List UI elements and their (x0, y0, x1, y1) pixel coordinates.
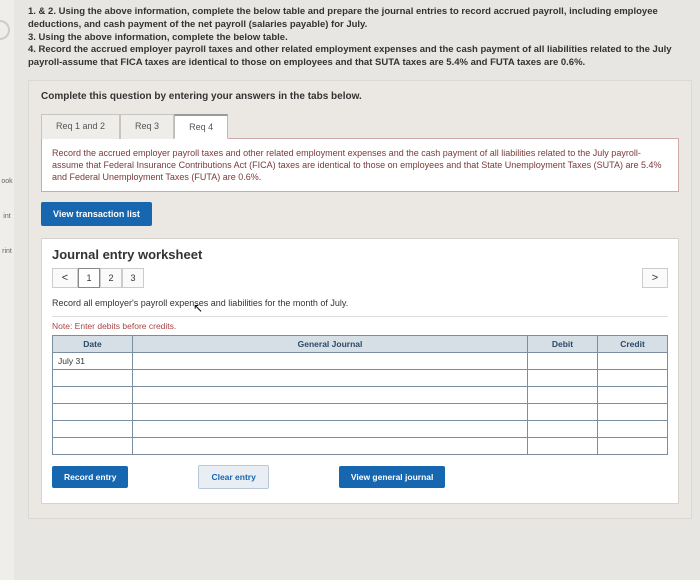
pager-page-3[interactable]: 3 (122, 268, 144, 288)
sidebar-label: rint (0, 245, 14, 258)
binder-ring-icon (0, 20, 10, 40)
journal-worksheet: Journal entry worksheet < 1 2 3 > Record… (41, 238, 679, 504)
tab-req-4[interactable]: Req 4 (174, 114, 228, 139)
table-row (53, 370, 668, 387)
view-general-journal-button[interactable]: View general journal (339, 466, 446, 488)
panel-lead: Complete this question by entering your … (41, 91, 679, 102)
debits-note: Note: Enter debits before credits. (52, 321, 668, 331)
sidebar-label: int (0, 210, 14, 223)
worksheet-title: Journal entry worksheet (52, 247, 668, 262)
pager-prev[interactable]: < (52, 268, 78, 288)
table-row (53, 421, 668, 438)
col-credit: Credit (598, 336, 668, 353)
tab-req-1-2[interactable]: Req 1 and 2 (41, 114, 120, 139)
question-text: 1. & 2. Using the above information, com… (28, 6, 692, 70)
col-date: Date (53, 336, 133, 353)
record-entry-button[interactable]: Record entry (52, 466, 128, 488)
col-general-journal: General Journal (133, 336, 528, 353)
answer-panel: Complete this question by entering your … (28, 80, 692, 519)
sidebar-label: ook (0, 175, 14, 188)
table-row (53, 404, 668, 421)
table-row: July 31 (53, 353, 668, 370)
pager-page-2[interactable]: 2 (100, 268, 122, 288)
clear-entry-button[interactable]: Clear entry (198, 465, 268, 489)
cell-debit[interactable] (528, 353, 598, 370)
pager-next[interactable]: > (642, 268, 668, 288)
view-transaction-list-button[interactable]: View transaction list (41, 202, 152, 226)
tab-req-3[interactable]: Req 3 (120, 114, 174, 139)
tab-instructions: Record the accrued employer payroll taxe… (41, 138, 679, 192)
table-row (53, 438, 668, 455)
table-row (53, 387, 668, 404)
col-debit: Debit (528, 336, 598, 353)
pager-page-1[interactable]: 1 (78, 268, 100, 288)
entry-pager: < 1 2 3 > (52, 268, 668, 288)
cell-date[interactable]: July 31 (53, 353, 133, 370)
journal-table: Date General Journal Debit Credit July 3… (52, 335, 668, 455)
cell-credit[interactable] (598, 353, 668, 370)
req-tabs: Req 1 and 2 Req 3 Req 4 (41, 114, 679, 139)
cell-account[interactable] (133, 353, 528, 370)
entry-subtext: Record all employer's payroll expenses a… (52, 298, 668, 308)
